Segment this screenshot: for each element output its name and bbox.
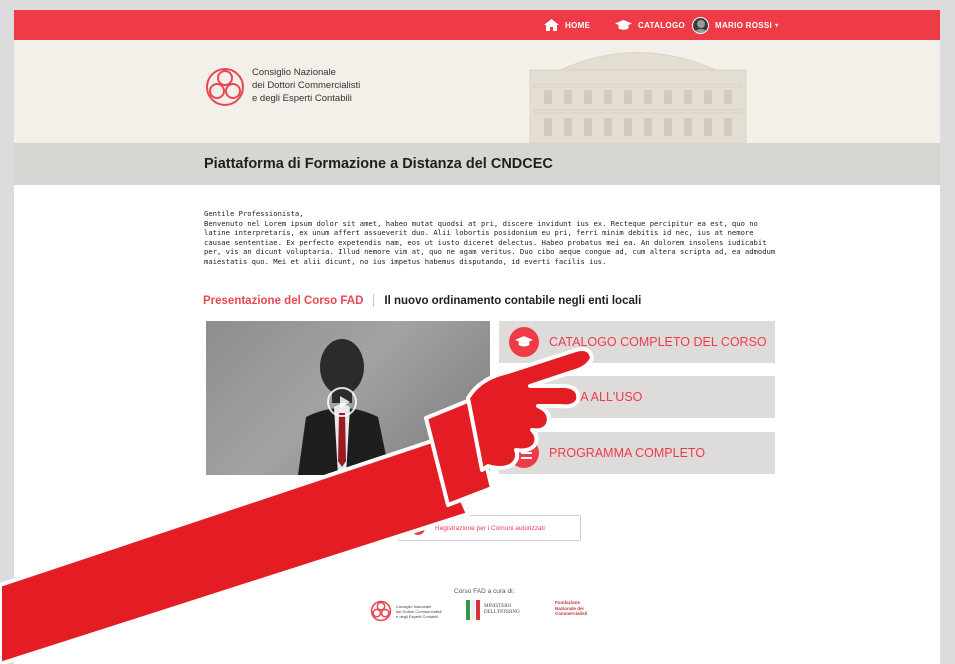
org-line-1: Consiglio Nazionale xyxy=(252,67,336,78)
register-button[interactable]: Registrazione per i Comuni autorizzati xyxy=(398,515,581,541)
program-button[interactable]: PROGRAMMA COMPLETO xyxy=(499,432,775,474)
page-title: Piattaforma di Formazione a Distanza del… xyxy=(204,156,553,172)
intro-greeting: Gentile Professionista, xyxy=(204,209,304,218)
building-illustration xyxy=(529,52,747,143)
nav-home-link[interactable]: HOME xyxy=(544,10,590,40)
graduation-cap-icon xyxy=(509,327,539,357)
course-heading: Presentazione del Corso FAD Il nuovo ord… xyxy=(203,294,641,307)
user-name: MARIO ROSSI xyxy=(715,20,773,30)
register-label: Registrazione per i Comuni autorizzati xyxy=(435,524,545,532)
partner3-line3: Commercialisti xyxy=(555,611,588,616)
user-add-icon xyxy=(411,521,425,535)
org-name: Consiglio Nazionale dei Dottori Commerci… xyxy=(252,66,422,105)
guide-button[interactable]: GUIDA ALL'USO xyxy=(499,376,775,418)
chevron-down-icon: ▾ xyxy=(775,22,779,29)
italian-flag-icon xyxy=(466,600,480,620)
org-line-3: e degli Esperti Contabili xyxy=(252,93,352,104)
user-menu[interactable]: MARIO ROSSI ▾ xyxy=(692,10,778,40)
partner1-line2: dei Dottori Commercialisti xyxy=(396,608,442,614)
top-navbar: HOME CATALOGO MARIO ROSSI ▾ xyxy=(14,10,940,40)
divider xyxy=(373,294,375,307)
nav-catalog-link[interactable]: CATALOGO xyxy=(615,10,685,40)
intro-text: Gentile Professionista, Benvenuto nel Lo… xyxy=(204,209,782,267)
cndcec-logo xyxy=(206,68,244,106)
catalog-button[interactable]: CATALOGO COMPLETO DEL CORSO xyxy=(499,321,775,363)
nav-home-label: HOME xyxy=(565,20,591,30)
program-button-label: PROGRAMMA COMPLETO xyxy=(549,446,706,460)
catalog-button-label: CATALOGO COMPLETO DEL CORSO xyxy=(549,335,767,349)
title-band: Piattaforma di Formazione a Distanza del… xyxy=(14,143,940,185)
course-name: Il nuovo ordinamento contabile negli ent… xyxy=(384,294,642,307)
course-video[interactable] xyxy=(206,321,490,475)
list-icon xyxy=(509,438,539,468)
guide-button-label: GUIDA ALL'USO xyxy=(549,390,643,404)
partner-fondazione: Fondazione Nazionale dei Commercialisti xyxy=(551,600,587,617)
partner-ministero: MINISTERO DELL'INTERNO xyxy=(466,600,520,620)
partner-cndcec: Consiglio Nazionale dei Dottori Commerci… xyxy=(370,600,442,622)
avatar xyxy=(692,16,709,34)
nav-catalog-label: CATALOGO xyxy=(638,20,685,30)
org-line-2: dei Dottori Commercialisti xyxy=(252,80,361,91)
partner1-line3: e degli Esperti Contabili xyxy=(396,613,439,619)
play-icon[interactable] xyxy=(327,387,357,417)
guide-icon xyxy=(509,382,539,412)
graduation-cap-icon xyxy=(615,19,632,30)
home-icon xyxy=(544,19,559,31)
partner2-line2: DELL'INTERNO xyxy=(484,610,520,615)
intro-body: Benvenuto nel Lorem ipsum dolor sit amet… xyxy=(204,218,776,266)
site-header: Consiglio Nazionale dei Dottori Commerci… xyxy=(14,40,940,143)
credits-text: Corso FAD a cura di: xyxy=(454,588,515,595)
cndcec-logo-small xyxy=(370,600,392,622)
page: HOME CATALOGO MARIO ROSSI ▾ Consiglio Na… xyxy=(14,10,940,664)
presentation-link[interactable]: Presentazione del Corso FAD xyxy=(203,295,363,307)
